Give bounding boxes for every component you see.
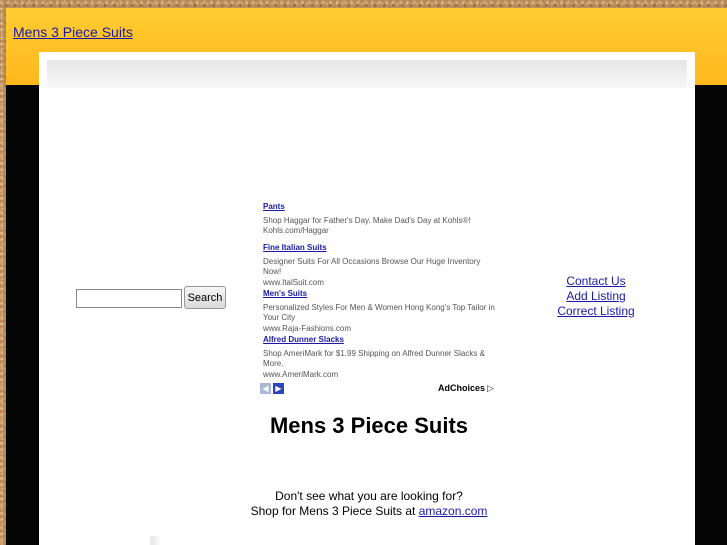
main-content-panel: Search Pants Shop Haggar for Father's Da…	[39, 52, 695, 545]
cta-prefix: Shop for Mens 3 Piece Suits at	[250, 504, 416, 518]
adchoices-link[interactable]: AdChoices ▷	[438, 383, 494, 394]
ad-url[interactable]: www.AmeriMark.com	[263, 370, 498, 381]
ad-item: Fine Italian Suits Designer Suits For Al…	[263, 243, 498, 288]
correct-listing-link[interactable]: Correct Listing	[539, 304, 653, 319]
ad-title-link[interactable]: Fine Italian Suits	[263, 243, 498, 254]
ad-description: Shop AmeriMark for $1.99 Shipping on Alf…	[263, 348, 485, 369]
ad-navigation: ◀ ▶	[260, 383, 286, 401]
ad-description: Designer Suits For All Occasions Browse …	[263, 256, 481, 277]
ad-description: Shop Haggar for Father's Day. Make Dad's…	[263, 215, 471, 225]
ad-title-link[interactable]: Men's Suits	[263, 289, 498, 300]
site-links: Contact Us Add Listing Correct Listing	[539, 274, 653, 319]
add-listing-link[interactable]: Add Listing	[539, 289, 653, 304]
adchoices-icon: ▷	[487, 383, 494, 393]
prev-arrow-icon[interactable]: ◀	[260, 383, 271, 394]
page-title: Mens 3 Piece Suits	[269, 413, 469, 438]
ad-item: Men's Suits Personalized Styles For Men …	[263, 289, 498, 334]
ad-url[interactable]: www.Raja-Fashions.com	[263, 324, 498, 335]
cta-question: Don't see what you are looking for?	[275, 489, 463, 503]
adchoices-label: AdChoices	[438, 383, 486, 393]
ad-item: Alfred Dunner Slacks Shop AmeriMark for …	[263, 335, 498, 380]
next-arrow-icon[interactable]: ▶	[273, 383, 284, 394]
cta-line: Shop for Mens 3 Piece Suits at amazon.co…	[39, 504, 699, 518]
ad-title-link[interactable]: Alfred Dunner Slacks	[263, 335, 498, 346]
amazon-link[interactable]: amazon.com	[419, 504, 488, 518]
ad-url[interactable]: Kohls.com/Haggar	[263, 226, 498, 237]
search-button[interactable]: Search	[184, 286, 226, 309]
product-thumbnail-image[interactable]	[139, 536, 189, 545]
site-title-link[interactable]: Mens 3 Piece Suits	[13, 24, 133, 40]
header-strip	[47, 60, 687, 88]
ad-url[interactable]: www.ItalSuit.com	[263, 278, 498, 289]
ad-description: Personalized Styles For Men & Women Hong…	[263, 302, 495, 323]
ad-title-link[interactable]: Pants	[263, 202, 498, 213]
contact-us-link[interactable]: Contact Us	[539, 274, 653, 289]
search-input[interactable]	[76, 289, 182, 308]
ad-item: Pants Shop Haggar for Father's Day. Make…	[263, 202, 498, 237]
